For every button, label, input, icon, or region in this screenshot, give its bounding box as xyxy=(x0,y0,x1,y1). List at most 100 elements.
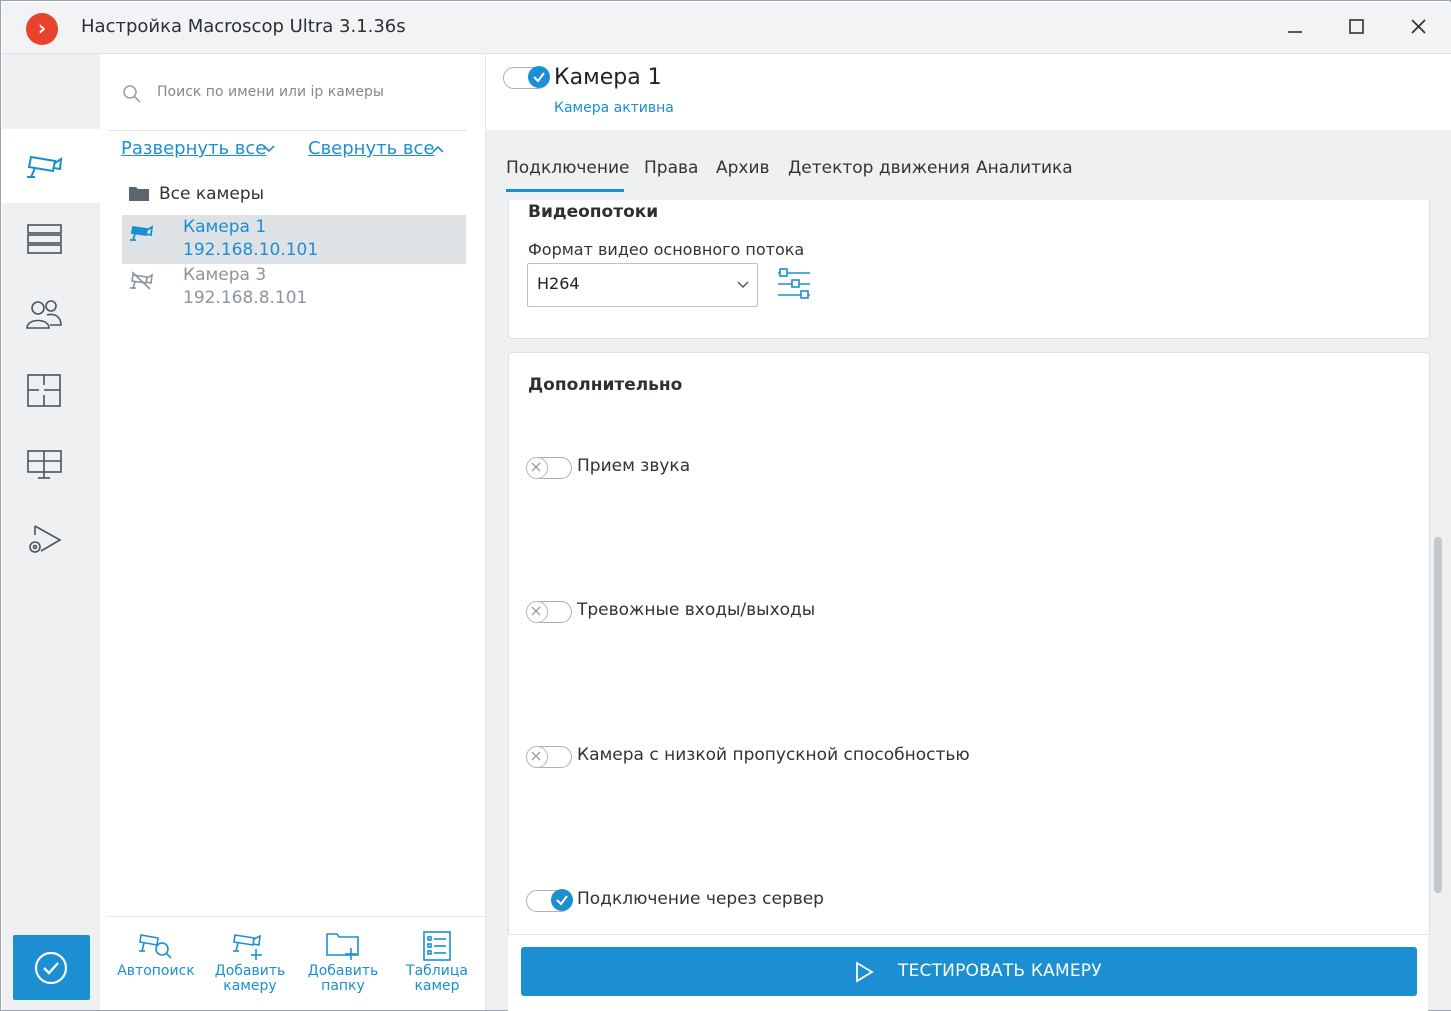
video-format-select[interactable]: H264 xyxy=(527,263,758,307)
add-camera-button[interactable]: Добавить камеру xyxy=(204,917,296,1011)
add-folder-button[interactable]: Добавить папку xyxy=(297,917,389,1011)
close-icon xyxy=(1411,19,1426,34)
tab-archive[interactable]: Архив xyxy=(716,158,770,178)
tree-camera-item[interactable]: Камера 3 192.168.8.101 xyxy=(122,263,466,312)
x-icon xyxy=(531,606,541,616)
check-icon xyxy=(556,895,568,906)
users-icon xyxy=(26,300,62,329)
toggle-knob xyxy=(528,66,550,88)
navigation-rail xyxy=(2,54,100,1010)
maximize-icon xyxy=(1349,19,1364,34)
test-camera-bar: ТЕСТИРОВАТЬ КАМЕРУ xyxy=(508,934,1428,1011)
rail-item-layouts[interactable] xyxy=(2,355,100,429)
additional-card: Дополнительно Прием звука Тревожные вход… xyxy=(508,352,1430,935)
active-tab-indicator xyxy=(506,189,624,192)
minimize-icon xyxy=(1288,31,1302,33)
play-settings-icon xyxy=(29,525,62,553)
stream-settings-icon[interactable] xyxy=(777,266,813,302)
autosearch-button[interactable]: Автопоиск xyxy=(110,917,202,1011)
tree-camera-item[interactable]: Камера 1 192.168.10.101 xyxy=(122,215,466,264)
camera-table-button[interactable]: Таблица камер xyxy=(391,917,483,1011)
camera-add-icon xyxy=(233,934,262,960)
test-camera-button[interactable]: ТЕСТИРОВАТЬ КАМЕРУ xyxy=(521,947,1417,996)
audio-toggle[interactable] xyxy=(526,457,572,479)
toggle-knob xyxy=(526,457,548,479)
camera-ip: 192.168.10.101 xyxy=(183,240,319,260)
audio-label: Прием звука xyxy=(577,456,691,476)
minimize-button[interactable] xyxy=(1272,12,1318,44)
rail-item-monitors[interactable] xyxy=(2,430,100,504)
camera-enabled-toggle[interactable] xyxy=(503,66,550,89)
title-bar: › Настройка Macroscop Ultra 3.1.36s xyxy=(2,2,1451,54)
camera-name: Камера 3 xyxy=(183,265,267,285)
tab-rights[interactable]: Права xyxy=(644,158,698,178)
alarm-io-label: Тревожные входы/выходы xyxy=(577,600,816,620)
add-camera-label: Добавить камеру xyxy=(214,963,286,994)
monitor-icon xyxy=(27,450,62,479)
video-format-label: Формат видео основного потока xyxy=(528,240,805,259)
low-bandwidth-toggle[interactable] xyxy=(526,746,572,768)
toggle-knob xyxy=(526,746,548,768)
toggle-knob xyxy=(551,889,573,911)
server-icon xyxy=(27,224,62,254)
table-list-icon xyxy=(423,931,451,961)
autosearch-label: Автопоиск xyxy=(117,963,195,979)
apply-button[interactable] xyxy=(13,935,90,1000)
video-streams-card: Видеопотоки Формат видео основного поток… xyxy=(508,200,1430,339)
close-button[interactable] xyxy=(1396,12,1442,44)
collapse-all-link[interactable]: Свернуть все xyxy=(308,138,435,159)
camera-search-icon xyxy=(139,934,172,959)
settings-tabs: Подключение Права Архив Детектор движени… xyxy=(486,130,1451,192)
tab-motion-detector[interactable]: Детектор движения xyxy=(788,158,970,178)
tab-analytics[interactable]: Аналитика xyxy=(976,158,1073,178)
test-camera-label: ТЕСТИРОВАТЬ КАМЕРУ xyxy=(898,961,1102,981)
rail-item-cameras[interactable] xyxy=(2,129,100,203)
x-icon xyxy=(531,462,541,472)
camera-status: Камера активна xyxy=(554,100,674,116)
camera-title: Камера 1 xyxy=(554,65,662,90)
additional-title: Дополнительно xyxy=(528,375,683,395)
check-circle-icon xyxy=(34,951,68,985)
video-format-value: H264 xyxy=(537,274,580,293)
camera-tree-panel: Развернуть все Свернуть все Все камеры К… xyxy=(100,54,486,1010)
camera-active-icon xyxy=(130,225,154,241)
folder-add-icon xyxy=(326,933,359,960)
camera-search-input[interactable] xyxy=(155,79,459,105)
alarm-io-toggle[interactable] xyxy=(526,601,572,623)
low-bandwidth-label: Камера с низкой пропускной способностью xyxy=(577,745,970,765)
camera-disabled-icon xyxy=(130,271,153,290)
camera-ip: 192.168.8.101 xyxy=(183,288,308,308)
search-divider xyxy=(108,130,466,131)
chevron-down-icon xyxy=(737,281,749,288)
toggle-knob xyxy=(526,601,548,623)
server-connection-label: Подключение через сервер xyxy=(577,889,824,909)
tree-folder-all-cameras[interactable]: Все камеры xyxy=(159,184,264,204)
camera-header: Камера 1 Камера активна xyxy=(486,54,1451,130)
add-folder-label: Добавить папку xyxy=(307,963,379,994)
rail-item-users[interactable] xyxy=(2,280,100,354)
tree-toolbar: Автопоиск Добавить камеру Добавить папку… xyxy=(108,916,485,1011)
camera-table-label: Таблица камер xyxy=(406,963,468,994)
search-icon xyxy=(123,85,141,103)
server-connection-toggle[interactable] xyxy=(526,889,573,912)
rail-item-modules[interactable] xyxy=(2,505,100,579)
app-logo-icon: › xyxy=(26,13,58,45)
camera-name: Камера 1 xyxy=(183,217,267,237)
check-icon xyxy=(533,72,545,83)
video-streams-title: Видеопотоки xyxy=(528,202,659,222)
tab-connection[interactable]: Подключение xyxy=(506,158,630,178)
expand-all-link[interactable]: Развернуть все xyxy=(121,138,266,159)
app-window: › Настройка Macroscop Ultra 3.1.36s Поис… xyxy=(0,0,1451,1011)
content-scrollbar[interactable] xyxy=(1434,537,1442,893)
chevron-down-icon[interactable] xyxy=(262,142,276,156)
folder-icon xyxy=(129,187,149,201)
maximize-button[interactable] xyxy=(1334,12,1380,44)
camera-settings-panel: Камера 1 Камера активна Подключение Прав… xyxy=(486,54,1451,1011)
rail-item-servers[interactable] xyxy=(2,204,100,278)
x-icon xyxy=(531,751,541,761)
camera-icon xyxy=(27,155,63,178)
layout-icon xyxy=(27,374,61,407)
play-icon xyxy=(856,961,874,983)
window-title: Настройка Macroscop Ultra 3.1.36s xyxy=(81,16,406,37)
chevron-up-icon[interactable] xyxy=(431,142,445,156)
